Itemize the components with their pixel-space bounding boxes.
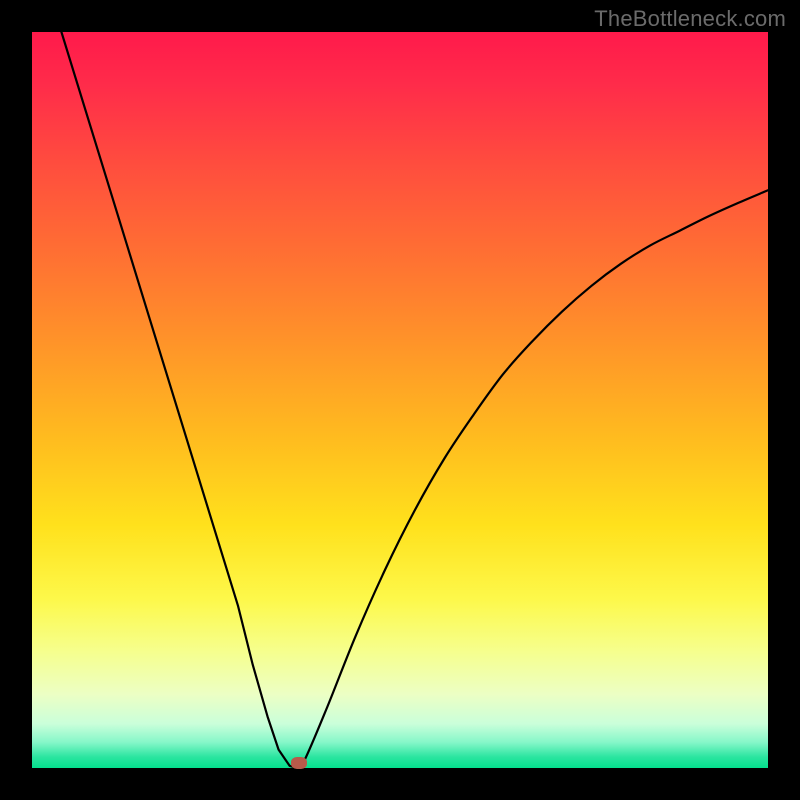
- current-position-marker: [291, 757, 307, 769]
- curve-left-branch: [61, 32, 297, 768]
- curve-right-branch: [297, 190, 768, 768]
- bottleneck-curve: [32, 32, 768, 768]
- watermark-text: TheBottleneck.com: [594, 6, 786, 32]
- plot-area: [32, 32, 768, 768]
- chart-stage: TheBottleneck.com: [0, 0, 800, 800]
